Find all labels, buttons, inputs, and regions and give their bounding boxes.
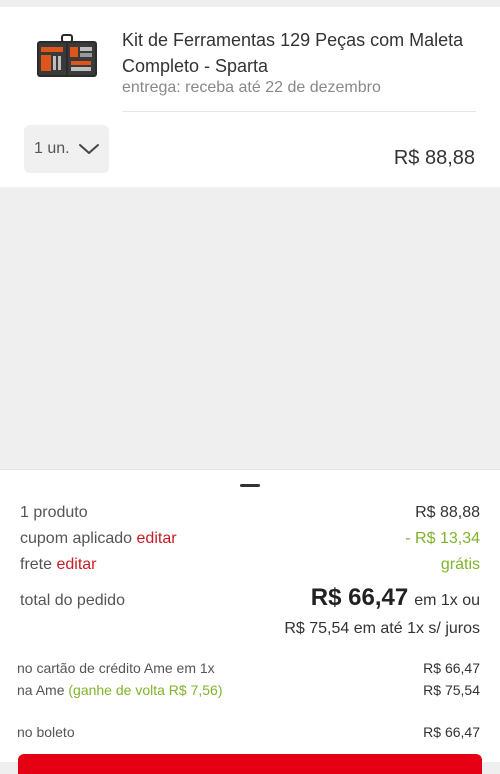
product-title[interactable]: Kit de Ferramentas 129 Peças com Maleta … — [122, 27, 482, 79]
product-image[interactable] — [34, 31, 100, 83]
ame-label-group: na Ame (ganhe de volta R$ 7,56) — [17, 682, 222, 698]
ame-card-label: no cartão de crédito Ame em 1x — [17, 660, 215, 676]
ame-card-row: no cartão de crédito Ame em 1x R$ 66,47 — [17, 660, 480, 676]
boleto-value: R$ 66,47 — [423, 724, 480, 740]
shipping-edit-link[interactable]: editar — [56, 556, 96, 573]
quantity-value: 1 un. — [34, 140, 70, 157]
coupon-label-group: cupom aplicado editar — [20, 530, 177, 548]
item-price: R$ 88,88 — [393, 147, 475, 169]
cart-item-card: Kit de Ferramentas 129 Peças com Maleta … — [0, 7, 500, 187]
products-row: 1 produto R$ 88,88 — [20, 504, 480, 522]
coupon-value: - R$ 13,34 — [405, 530, 480, 547]
coupon-edit-link[interactable]: editar — [137, 530, 177, 547]
empty-area — [0, 187, 500, 469]
coupon-label: cupom aplicado — [20, 530, 133, 547]
ame-row: na Ame (ganhe de volta R$ 7,56) R$ 75,54 — [17, 682, 480, 698]
quantity-select[interactable]: 1 un. — [24, 125, 109, 173]
total-label: total do pedido — [20, 592, 125, 609]
ame-card-value: R$ 66,47 — [423, 660, 480, 676]
checkout-button[interactable] — [18, 754, 482, 774]
delivery-estimate: entrega: receba até 22 de dezembro — [122, 79, 381, 96]
ame-label: na Ame — [17, 682, 65, 698]
drag-handle[interactable] — [240, 484, 260, 487]
total-row: total do pedido R$ 66,47 em 1x ou — [20, 584, 480, 612]
total-value-group: R$ 66,47 em 1x ou — [311, 584, 480, 612]
boleto-label: no boleto — [17, 724, 75, 740]
products-value: R$ 88,88 — [415, 504, 480, 521]
ame-cashback: (ganhe de volta R$ 7,56) — [68, 682, 223, 698]
chevron-down-icon — [78, 144, 99, 154]
shipping-label-group: frete editar — [20, 556, 97, 574]
total-value: R$ 66,47 — [310, 584, 409, 611]
products-label: 1 produto — [20, 504, 88, 521]
coupon-row: cupom aplicado editar - R$ 13,34 — [20, 530, 480, 548]
shipping-label: frete — [20, 556, 53, 573]
toolbox-image — [37, 34, 97, 77]
shipping-row: frete editar grátis — [20, 556, 480, 574]
ame-value: R$ 75,54 — [423, 682, 480, 698]
shipping-value: grátis — [440, 556, 480, 573]
total-suffix: em 1x ou — [414, 592, 480, 609]
installments-text: R$ 75,54 em até 1x s/ juros — [284, 620, 480, 637]
divider — [122, 111, 476, 112]
boleto-row: no boleto R$ 66,47 — [17, 724, 480, 740]
top-strip — [0, 0, 500, 7]
order-summary-sheet: 1 produto R$ 88,88 cupom aplicado editar… — [0, 469, 500, 774]
